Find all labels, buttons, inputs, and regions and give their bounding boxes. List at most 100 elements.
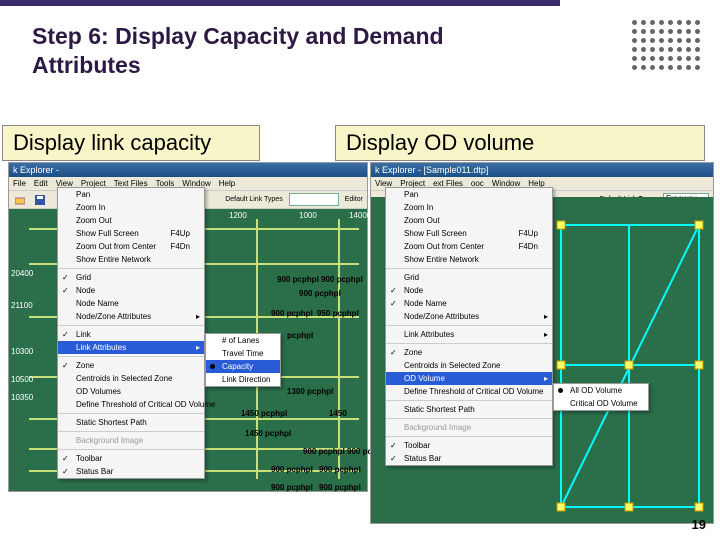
page-number: 19 bbox=[692, 517, 706, 532]
menu-item-od-volumes[interactable]: OD Volumes bbox=[58, 385, 204, 398]
shortcut-label: F4Dn bbox=[170, 242, 190, 251]
x-axis-tick: 1200 bbox=[229, 211, 247, 220]
menu-item-label: Grid bbox=[404, 273, 419, 282]
menu-item-label: Link Attributes bbox=[76, 343, 126, 352]
menu-help[interactable]: Help bbox=[219, 179, 235, 188]
menu-item-define-threshold-of-critical-od-volume[interactable]: Define Threshold of Critical OD Volume bbox=[386, 385, 552, 398]
toolbar-label: Default Link Types bbox=[225, 196, 282, 203]
menu-item-show-full-screen[interactable]: Show Full ScreenF4Up bbox=[58, 227, 204, 240]
menu-item-label: Zone bbox=[76, 361, 94, 370]
menu-item-travel-time[interactable]: Travel Time bbox=[206, 347, 280, 360]
menu-item-link-attributes[interactable]: Link Attributes▸ bbox=[386, 328, 552, 341]
edge-capacity-label: 900 pcphpl bbox=[319, 483, 361, 492]
menu-item-toolbar[interactable]: ✓Toolbar bbox=[58, 452, 204, 465]
check-icon: ✓ bbox=[390, 299, 397, 308]
editor-label: Editor bbox=[345, 196, 363, 203]
menu-item-status-bar[interactable]: ✓Status Bar bbox=[58, 465, 204, 478]
menu-item-static-shortest-path[interactable]: Static Shortest Path bbox=[58, 416, 204, 429]
dot-logo bbox=[632, 20, 702, 72]
x-axis-tick: 14000 bbox=[349, 211, 371, 220]
menu-item-label: Zoom In bbox=[404, 203, 433, 212]
menu-item-node-zone-attributes[interactable]: Node/Zone Attributes▸ bbox=[386, 310, 552, 323]
menu-item-label: Static Shortest Path bbox=[76, 418, 147, 427]
link-attributes-submenu[interactable]: # of LanesTravel TimeCapacityLink Direct… bbox=[205, 333, 281, 387]
menu-item-node-zone-attributes[interactable]: Node/Zone Attributes▸ bbox=[58, 310, 204, 323]
menu-item-centroids-in-selected-zone[interactable]: Centroids in Selected Zone bbox=[386, 359, 552, 372]
menu-item-label: OD Volumes bbox=[76, 387, 121, 396]
menu-item-link[interactable]: ✓Link bbox=[58, 328, 204, 341]
submenu-arrow-icon: ▸ bbox=[196, 343, 200, 352]
menu-item-static-shortest-path[interactable]: Static Shortest Path bbox=[386, 403, 552, 416]
menu-item-od-volume[interactable]: OD Volume▸ bbox=[386, 372, 552, 385]
menu-item-zone[interactable]: ✓Zone bbox=[386, 346, 552, 359]
menu-item-label: Show Full Screen bbox=[76, 229, 139, 238]
menu-item-define-threshold-of-critical-od-volume[interactable]: Define Threshold of Critical OD Volume bbox=[58, 398, 204, 411]
accent-bar bbox=[0, 0, 560, 6]
label-link-capacity: Display link capacity bbox=[2, 125, 260, 161]
menu-item-label: Zoom In bbox=[76, 203, 105, 212]
menu-item-centroids-in-selected-zone[interactable]: Centroids in Selected Zone bbox=[58, 372, 204, 385]
menu-item-node[interactable]: ✓Node bbox=[386, 284, 552, 297]
menu-item-toolbar[interactable]: ✓Toolbar bbox=[386, 439, 552, 452]
radio-dot-icon bbox=[558, 388, 563, 393]
menu-item-zoom-in[interactable]: Zoom In bbox=[386, 201, 552, 214]
menu-item-capacity[interactable]: Capacity bbox=[206, 360, 280, 373]
view-menu[interactable]: PanZoom InZoom OutShow Full ScreenF4UpZo… bbox=[57, 187, 205, 479]
save-icon[interactable] bbox=[33, 194, 47, 206]
shortcut-label: F4Dn bbox=[518, 242, 538, 251]
open-icon[interactable] bbox=[13, 194, 27, 206]
menu-item-label: Link Attributes bbox=[404, 330, 454, 339]
menu-item-zoom-out[interactable]: Zoom Out bbox=[58, 214, 204, 227]
menu-item-zoom-out[interactable]: Zoom Out bbox=[386, 214, 552, 227]
y-axis-tick: 10500 bbox=[11, 375, 33, 384]
menu-item-status-bar[interactable]: ✓Status Bar bbox=[386, 452, 552, 465]
menu-item-all-od-volume[interactable]: All OD Volume bbox=[554, 384, 648, 397]
menu-item-node-name[interactable]: Node Name bbox=[58, 297, 204, 310]
check-icon: ✓ bbox=[62, 273, 69, 282]
edge-capacity-label: 900 pcphpl bbox=[303, 447, 345, 456]
menu-file[interactable]: File bbox=[13, 179, 26, 188]
edge-capacity-label: 950 pcphpl bbox=[317, 309, 359, 318]
y-axis-tick: 10350 bbox=[11, 393, 33, 402]
right-titlebar: k Explorer - [Sample011.dtp] bbox=[371, 163, 713, 177]
menu-item-show-full-screen[interactable]: Show Full ScreenF4Up bbox=[386, 227, 552, 240]
menu-item-show-entire-network[interactable]: Show Entire Network bbox=[58, 253, 204, 266]
menu-item-label: Background Image bbox=[404, 423, 471, 432]
menu-item-zone[interactable]: ✓Zone bbox=[58, 359, 204, 372]
menu-item-zoom-out-from-center[interactable]: Zoom Out from CenterF4Dn bbox=[386, 240, 552, 253]
menu-item-show-entire-network[interactable]: Show Entire Network bbox=[386, 253, 552, 266]
menu-item-node-name[interactable]: ✓Node Name bbox=[386, 297, 552, 310]
menu-item-pan[interactable]: Pan bbox=[386, 188, 552, 201]
menu-item-zoom-out-from-center[interactable]: Zoom Out from CenterF4Dn bbox=[58, 240, 204, 253]
menu-item-label: OD Volume bbox=[404, 374, 445, 383]
edge-capacity-label: 1450 pcphpl bbox=[245, 429, 291, 438]
link-type-selector[interactable] bbox=[289, 193, 339, 206]
check-icon: ✓ bbox=[62, 286, 69, 295]
menu-item-label: Grid bbox=[76, 273, 91, 282]
left-app-window: k Explorer - FileEditViewProjectText Fil… bbox=[8, 162, 368, 492]
menu-item-label: Node/Zone Attributes bbox=[404, 312, 479, 321]
menu-item-link-attributes[interactable]: Link Attributes ▸ bbox=[58, 341, 204, 354]
y-axis-tick: 20400 bbox=[11, 269, 33, 278]
menu-item-zoom-in[interactable]: Zoom In bbox=[58, 201, 204, 214]
app-title: k Explorer - [Sample011.dtp] bbox=[375, 165, 488, 175]
menu-item-label: Status Bar bbox=[76, 467, 113, 476]
menu-item-label: Pan bbox=[76, 190, 90, 199]
menu-edit[interactable]: Edit bbox=[34, 179, 48, 188]
menu-item-grid[interactable]: ✓ Grid bbox=[58, 271, 204, 284]
menu-item-pan[interactable]: Pan bbox=[58, 188, 204, 201]
menu-item-label: Node bbox=[76, 286, 95, 295]
menu-item--of-lanes[interactable]: # of Lanes bbox=[206, 334, 280, 347]
edge-capacity-label: 900 pcphpl bbox=[299, 289, 341, 298]
menu-item-label: Define Threshold of Critical OD Volume bbox=[76, 400, 215, 409]
menu-item-label: Centroids in Selected Zone bbox=[76, 374, 173, 383]
od-volume-submenu[interactable]: All OD VolumeCritical OD Volume bbox=[553, 383, 649, 411]
right-app-window: k Explorer - [Sample011.dtp] ViewProject… bbox=[370, 162, 714, 524]
menu-item-grid[interactable]: Grid bbox=[386, 271, 552, 284]
menu-item-node[interactable]: ✓ Node bbox=[58, 284, 204, 297]
menu-item-link-direction[interactable]: Link Direction bbox=[206, 373, 280, 386]
edge-capacity-label: pcphpl bbox=[287, 331, 313, 340]
menu-item-critical-od-volume[interactable]: Critical OD Volume bbox=[554, 397, 648, 410]
menu-item-label: Background Image bbox=[76, 436, 143, 445]
view-menu[interactable]: Pan Zoom In Zoom OutShow Full ScreenF4UpZo… bbox=[385, 187, 553, 466]
